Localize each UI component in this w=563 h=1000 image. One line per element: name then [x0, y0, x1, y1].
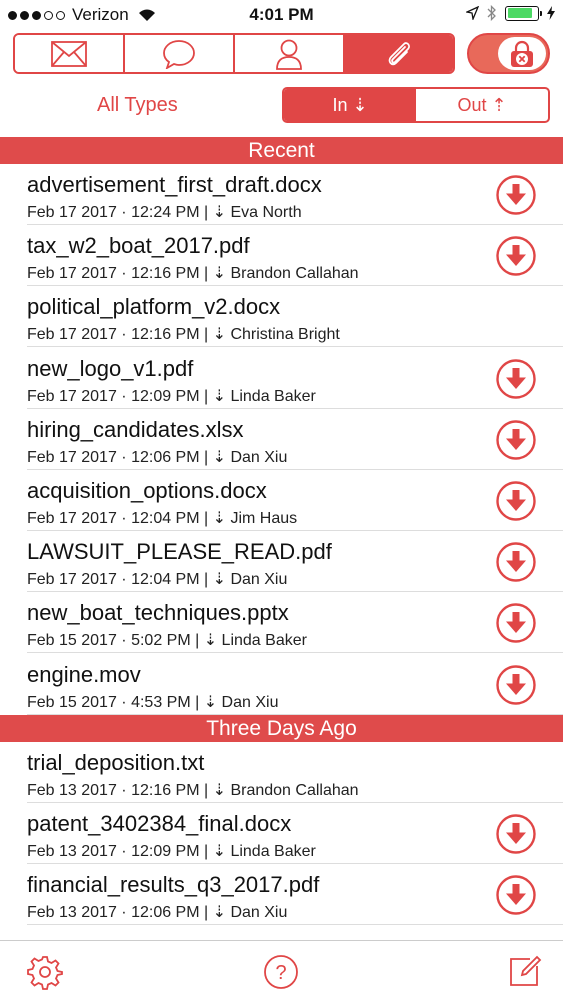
lock-icon	[511, 40, 533, 67]
file-row[interactable]: tax_w2_boat_2017.pdf Feb 17 2017 · 12:16 …	[0, 225, 563, 286]
svg-text:?: ?	[275, 962, 286, 984]
download-icon[interactable]	[496, 603, 536, 643]
battery-level	[507, 8, 533, 18]
category-tabs	[13, 33, 455, 74]
row-divider	[27, 346, 563, 347]
file-meta: Feb 15 2017 · 4:53 PM | ⇣ Dan Xiu	[27, 694, 279, 711]
status-right	[466, 5, 555, 21]
paperclip-icon	[388, 41, 410, 65]
file-row[interactable]: patent_3402384_final.docx Feb 13 2017 · 1…	[0, 803, 563, 864]
filter-in-button[interactable]: In ⇣	[284, 89, 416, 121]
file-meta: Feb 13 2017 · 12:16 PM | ⇣ Brandon Calla…	[27, 782, 359, 799]
download-icon[interactable]	[496, 814, 536, 854]
person-icon	[276, 39, 302, 70]
battery-icon	[505, 5, 542, 21]
file-row[interactable]: new_boat_techniques.pptx Feb 15 2017 · 5:…	[0, 592, 563, 653]
secure-lock-toggle[interactable]	[467, 33, 550, 74]
section-header: Recent	[0, 137, 563, 164]
bottom-toolbar: ?	[0, 940, 563, 1000]
file-name: LAWSUIT_PLEASE_READ.pdf	[27, 539, 332, 564]
location-arrow-icon	[466, 6, 479, 20]
charging-bolt-icon	[547, 6, 555, 20]
file-meta: Feb 15 2017 · 5:02 PM | ⇣ Linda Baker	[27, 632, 307, 649]
file-name: hiring_candidates.xlsx	[27, 417, 244, 442]
file-name: political_platform_v2.docx	[27, 294, 281, 319]
file-name: advertisement_first_draft.docx	[27, 172, 322, 197]
download-icon[interactable]	[496, 481, 536, 521]
type-filter-button[interactable]: All Types	[97, 94, 178, 117]
file-meta: Feb 17 2017 · 12:06 PM | ⇣ Dan Xiu	[27, 449, 288, 466]
help-icon[interactable]: ?	[263, 954, 299, 990]
file-meta: Feb 13 2017 · 12:09 PM | ⇣ Linda Baker	[27, 843, 316, 860]
file-row[interactable]: financial_results_q3_2017.pdf Feb 13 2017…	[0, 864, 563, 925]
status-bar: Verizon 4:01 PM	[0, 0, 563, 30]
download-icon[interactable]	[496, 175, 536, 215]
tab-attachments[interactable]	[345, 35, 453, 72]
file-name: tax_w2_boat_2017.pdf	[27, 233, 250, 258]
bluetooth-icon	[487, 5, 496, 21]
download-icon[interactable]	[496, 420, 536, 460]
toggle-knob	[498, 37, 546, 70]
download-icon[interactable]	[496, 359, 536, 399]
row-divider	[27, 652, 563, 653]
tab-mail[interactable]	[15, 35, 125, 72]
compose-icon[interactable]	[508, 954, 542, 988]
tab-contacts[interactable]	[235, 35, 345, 72]
file-meta: Feb 17 2017 · 12:16 PM | ⇣ Christina Bri…	[27, 326, 340, 343]
gear-icon[interactable]	[27, 954, 63, 990]
direction-filter: In ⇣ Out ⇡	[282, 87, 550, 123]
file-name: patent_3402384_final.docx	[27, 811, 292, 836]
tab-messages[interactable]	[125, 35, 235, 72]
download-icon[interactable]	[496, 665, 536, 705]
file-name: engine.mov	[27, 662, 141, 687]
envelope-icon	[51, 40, 87, 67]
download-icon[interactable]	[496, 875, 536, 915]
row-divider	[27, 924, 563, 925]
chat-bubble-icon	[163, 39, 195, 69]
file-row[interactable]: advertisement_first_draft.docx Feb 17 201…	[0, 164, 563, 225]
file-name: financial_results_q3_2017.pdf	[27, 872, 320, 897]
file-row[interactable]: trial_deposition.txt Feb 13 2017 · 12:16 …	[0, 742, 563, 803]
file-row[interactable]: political_platform_v2.docx Feb 17 2017 · …	[0, 286, 563, 347]
file-meta: Feb 17 2017 · 12:24 PM | ⇣ Eva North	[27, 204, 302, 221]
file-name: new_logo_v1.pdf	[27, 356, 194, 381]
file-meta: Feb 17 2017 · 12:16 PM | ⇣ Brandon Calla…	[27, 265, 359, 282]
file-name: new_boat_techniques.pptx	[27, 600, 289, 625]
download-icon[interactable]	[496, 236, 536, 276]
file-meta: Feb 17 2017 · 12:09 PM | ⇣ Linda Baker	[27, 388, 316, 405]
file-row[interactable]: LAWSUIT_PLEASE_READ.pdf Feb 17 2017 · 12:…	[0, 531, 563, 592]
file-row[interactable]: new_logo_v1.pdf Feb 17 2017 · 12:09 PM | …	[0, 348, 563, 409]
section-header: Three Days Ago	[0, 714, 563, 742]
file-meta: Feb 17 2017 · 12:04 PM | ⇣ Jim Haus	[27, 510, 298, 527]
file-name: acquisition_options.docx	[27, 478, 267, 503]
filter-out-button[interactable]: Out ⇡	[416, 89, 548, 121]
file-meta: Feb 17 2017 · 12:04 PM | ⇣ Dan Xiu	[27, 571, 288, 588]
file-row[interactable]: engine.mov Feb 15 2017 · 4:53 PM | ⇣ Dan …	[0, 654, 563, 715]
file-row[interactable]: hiring_candidates.xlsx Feb 17 2017 · 12:0…	[0, 409, 563, 470]
file-row[interactable]: acquisition_options.docx Feb 17 2017 · 12…	[0, 470, 563, 531]
file-meta: Feb 13 2017 · 12:06 PM | ⇣ Dan Xiu	[27, 904, 288, 921]
file-name: trial_deposition.txt	[27, 750, 205, 775]
download-icon[interactable]	[496, 542, 536, 582]
